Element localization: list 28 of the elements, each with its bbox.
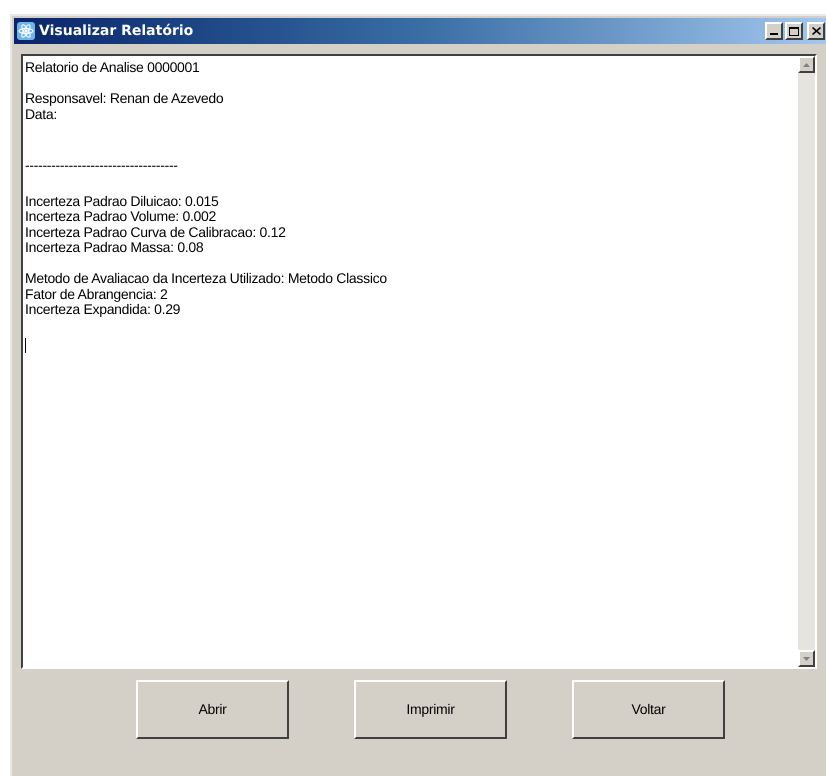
report-line: Fator de Abrangencia: 2 bbox=[25, 286, 169, 302]
maximize-icon bbox=[789, 26, 799, 36]
minimize-icon bbox=[770, 33, 778, 35]
report-line: Incerteza Padrao Volume: 0.002 bbox=[25, 209, 218, 224]
close-icon bbox=[812, 27, 820, 35]
vertical-scrollbar[interactable] bbox=[798, 56, 815, 667]
scroll-up-button[interactable] bbox=[798, 56, 815, 73]
dialog-button[interactable]: Imprimir bbox=[354, 680, 507, 739]
report-line: Incerteza Padrao Massa: 0.08 bbox=[25, 240, 204, 256]
atom-icon bbox=[17, 22, 35, 40]
report-line: Responsavel: Renan de Azevedo bbox=[25, 91, 224, 106]
report-line: Relatorio de Analise 0000001 bbox=[25, 60, 201, 76]
report-line: Metodo de Avaliacao da Incerteza Utilizado: Metodo Classico bbox=[25, 271, 388, 286]
up-arrow-icon bbox=[803, 62, 810, 66]
report-line: Incerteza Padrao Curva de Calibracao: 0.12 bbox=[25, 224, 287, 240]
maximize-button[interactable] bbox=[785, 22, 803, 40]
report-line: Data: bbox=[25, 106, 57, 122]
window-title: Visualizar Relatório bbox=[39, 22, 194, 40]
close-button[interactable] bbox=[807, 22, 825, 40]
dialog-button[interactable]: Voltar bbox=[572, 680, 725, 739]
report-line: Incerteza Padrao Diluicao: 0.015 bbox=[25, 194, 220, 209]
dialog-button[interactable]: Abrir bbox=[136, 680, 289, 739]
text-cursor bbox=[25, 338, 26, 352]
scroll-down-button[interactable] bbox=[798, 650, 815, 667]
dashed-separator-text: ----------------------------------- bbox=[25, 158, 179, 174]
minimize-button[interactable] bbox=[765, 22, 783, 40]
down-arrow-icon bbox=[803, 656, 810, 660]
report-line: Incerteza Expandida: 0.29 bbox=[25, 302, 182, 318]
